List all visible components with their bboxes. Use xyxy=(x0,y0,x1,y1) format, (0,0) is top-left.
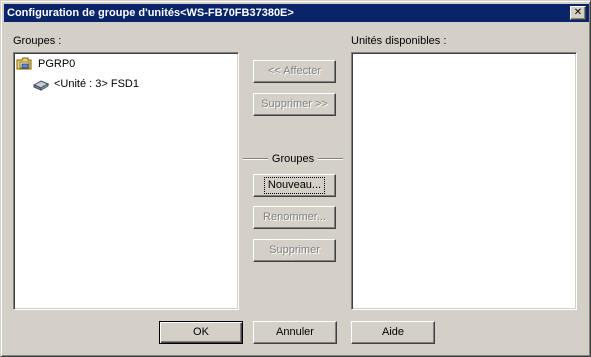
groups-tree[interactable]: PGRP0 <Unité : 3> FSD1 xyxy=(13,52,239,310)
tree-item-label: PGRP0 xyxy=(38,58,76,70)
new-group-button-label: Nouveau... xyxy=(263,177,326,194)
tree-item-fsd1[interactable]: <Unité : 3> FSD1 xyxy=(32,76,232,92)
delete-button[interactable]: Supprimer xyxy=(253,239,336,262)
groups-separator: Groupes xyxy=(243,152,343,166)
help-button[interactable]: Aide xyxy=(351,321,435,344)
dialog-window: Configuration de groupe d'unités<WS-FB70… xyxy=(0,0,591,357)
drive-icon xyxy=(32,76,50,92)
cancel-button[interactable]: Annuler xyxy=(253,321,337,344)
groups-label: Groupes : xyxy=(13,35,62,47)
ok-button[interactable]: OK xyxy=(159,321,243,344)
tree-item-pgrp0[interactable]: PGRP0 xyxy=(16,56,216,72)
available-units-list[interactable] xyxy=(351,52,577,310)
window-title: Configuration de groupe d'unités<WS-FB70… xyxy=(7,7,294,19)
close-button[interactable]: ✕ xyxy=(570,6,586,20)
groups-section-title: Groupes xyxy=(267,153,319,165)
new-group-button[interactable]: Nouveau... xyxy=(253,174,336,197)
close-icon: ✕ xyxy=(573,7,583,18)
tree-item-label: <Unité : 3> FSD1 xyxy=(54,78,139,90)
rename-button[interactable]: Renommer... xyxy=(253,206,336,229)
available-units-label: Unités disponibles : xyxy=(351,35,447,47)
title-bar[interactable]: Configuration de groupe d'unités<WS-FB70… xyxy=(4,4,589,22)
remove-button[interactable]: Supprimer >> xyxy=(253,93,336,116)
assign-button[interactable]: << Affecter xyxy=(253,60,336,83)
group-folder-icon xyxy=(16,56,34,72)
